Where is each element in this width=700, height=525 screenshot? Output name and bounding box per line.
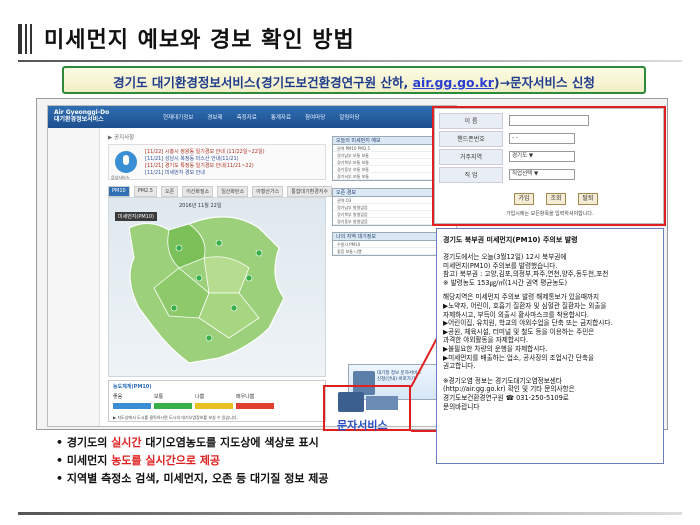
tab-pm25[interactable]: PM2.5 xyxy=(133,186,157,197)
alert-line: 과격한 야외활동을 자제합시다. xyxy=(443,336,529,345)
alert-line: 해당지역은 미세먼지 주의보 발령 해제통보가 있을때까지 xyxy=(443,293,600,302)
legend-swatches xyxy=(113,403,274,409)
pollutant-tabs: PM10 PM2.5 오존 이산화질소 일산화탄소 아황산가스 통합대기환경지수 xyxy=(108,186,333,197)
nav-item[interactable]: 측정자료 xyxy=(237,113,257,121)
tab-ozone[interactable]: 오존 xyxy=(160,186,179,197)
connector-line xyxy=(411,430,439,432)
service-banner: 경기도 대기환경정보서비스(경기도보건환경연구원 산하, air.gg.go.k… xyxy=(62,66,646,94)
alert-line: 권고합니다. xyxy=(443,362,476,371)
title-divider xyxy=(18,60,682,62)
nav-item[interactable]: 현재대기정보 xyxy=(163,113,193,121)
alert-line: 참고) 북부권 : 고양,김포,의정부,파주,연천,양주,동두천,포천 xyxy=(443,270,609,279)
form-highlight-box xyxy=(432,106,666,226)
legend-label: 좋음 xyxy=(113,394,123,400)
alert-line: 미세먼지(PM10) 주의보를 발령했습니다. xyxy=(443,261,558,270)
site-header: Air Gyeonggi-Do 대기환경정보서비스 현재대기정보 경보제 측정자… xyxy=(48,106,456,128)
gyeonggi-map[interactable] xyxy=(109,198,327,378)
site-logo[interactable]: Air Gyeonggi-Do 대기환경정보서비스 xyxy=(54,109,109,123)
alert-line: (http://air.gg.go.kr) 확인 및 기타 문의사항은 xyxy=(443,385,575,394)
tab-so2[interactable]: 아황산가스 xyxy=(252,186,284,197)
alert-line: ▶불필요한 차량의 운행을 자제합시다. xyxy=(443,344,548,353)
notice-item[interactable]: [11/21] 미세먼지 경보 안내 xyxy=(145,170,265,177)
banner-text-before: 경기도 대기환경정보서비스(경기도보건환경연구원 산하, xyxy=(113,75,413,90)
bullet-text: 지역별 측정소 검색, 미세먼지, 오존 등 대기질 정보 제공 xyxy=(66,472,329,485)
microphone-icon[interactable] xyxy=(115,151,137,173)
bullet-highlight: 실시간 xyxy=(111,436,142,449)
panel-line: 좋음 보통 나쁨 xyxy=(333,248,451,255)
site-left-column xyxy=(48,128,100,426)
title-mark xyxy=(30,24,32,54)
bullet-item: • 미세먼지 농도를 실시간으로 제공 xyxy=(56,454,221,467)
legend-labels: 좋음 보통 나쁨 매우나쁨 xyxy=(113,393,274,400)
title-mark xyxy=(25,24,27,54)
tab-co[interactable]: 일산화탄소 xyxy=(217,186,249,197)
feature-bullets: • 경기도의 실시간 대기오염농도를 지도상에 색상로 표시 • 미세먼지 농도… xyxy=(56,434,329,488)
alert-line: 경기도보건환경연구원 ☎ 031-250-5109로 xyxy=(443,393,569,402)
alert-line: ※ 발령농도 153㎍/㎥(1시간 권역 평균농도) xyxy=(443,278,568,287)
tab-pm10[interactable]: PM10 xyxy=(108,186,130,197)
air-quality-site: Air Gyeonggi-Do 대기환경정보서비스 현재대기정보 경보제 측정자… xyxy=(47,105,457,427)
bullet-highlight: 농도를 실시간으로 제공 xyxy=(111,454,221,467)
banner-text: 경기도 대기환경정보서비스(경기도보건환경연구원 산하, air.gg.go.k… xyxy=(64,72,644,91)
legend-box: 농도체계(PM10) 좋음 보통 나쁨 매우나쁨 ▶ 지도상에서 도시를 클릭하… xyxy=(108,380,326,422)
nav-item[interactable]: 알림마당 xyxy=(339,113,359,121)
notice-box: 음성서비스 [11/22] 시흥시 정왕동 일기경보 안내 (11/22일~22… xyxy=(108,144,326,180)
my-area-panel: 나의 지역 대기정보 수원시 PM10 좋음 보통 나쁨 xyxy=(332,232,452,256)
notice-list: [11/22] 시흥시 정왕동 일기경보 안내 (11/22일~22일) [11… xyxy=(145,149,265,177)
alert-line: 경기도에서는 오늘(3월12일) 12시 북부권에 xyxy=(443,253,567,261)
logo-line: Air Gyeonggi-Do xyxy=(54,109,110,116)
nav-item[interactable]: 통계자료 xyxy=(271,113,291,121)
alert-line: ▶미세먼지를 배출하는 업소, 공사장의 조업시간 단축을 xyxy=(443,353,595,362)
alert-line: 자제하시고, 부득이 외출시 황사마스크를 착용합시다. xyxy=(443,310,590,319)
legend-note: ▶ 지도상에서 도시를 클릭하시면 도시의 대기오염정보를 보실 수 있습니다. xyxy=(113,415,238,420)
alert-title: 경기도 북부권 미세먼지(PM10) 주의보 발령 xyxy=(443,236,578,244)
nav-item[interactable]: 참여마당 xyxy=(305,113,325,121)
title-mark xyxy=(18,24,22,54)
breadcrumb: ▶ 공지사항 xyxy=(108,135,135,141)
bullet-item: • 지역별 측정소 검색, 미세먼지, 오존 등 대기질 정보 제공 xyxy=(56,472,329,485)
pollution-map[interactable]: 2016년 11월 22일 미세먼지(PM10) xyxy=(108,197,326,377)
bullet-text: 경기도의 xyxy=(66,436,112,449)
notice-item[interactable]: [11/22] 시흥시 정왕동 일기경보 안내 (11/22일~22일) xyxy=(145,149,265,156)
bullet-text: 미세먼지 xyxy=(66,454,112,467)
tab-cai[interactable]: 통합대기환경지수 xyxy=(287,186,333,197)
panel-title: 나의 지역 대기정보 xyxy=(333,233,451,241)
voice-service-label: 음성서비스 xyxy=(111,175,130,180)
notice-item[interactable]: [11/21] 성남시 복정동 미스산 안내(11/21) xyxy=(145,156,265,163)
legend-label: 매우나쁨 xyxy=(236,394,255,400)
logo-line: 대기환경정보서비스 xyxy=(54,116,104,123)
bottom-divider xyxy=(18,512,682,515)
slide-title-bar: 미세먼지 예보와 경보 확인 방법 xyxy=(18,18,682,62)
tab-no2[interactable]: 이산화질소 xyxy=(182,186,214,197)
legend-label: 보통 xyxy=(154,394,164,400)
legend-swatch xyxy=(195,403,233,409)
alert-message: 경기도 북부권 미세먼지(PM10) 주의보 발령 경기도에서는 오늘(3월12… xyxy=(436,228,664,464)
sms-service-label[interactable]: 문자서비스 xyxy=(337,417,388,433)
site-nav: 현재대기정보 경보제 측정자료 통계자료 참여마당 알림마당 xyxy=(163,113,360,121)
bullet-text: 대기오염농도를 지도상에 색상로 표시 xyxy=(141,436,319,449)
notice-item[interactable]: [11/21] 경기도 특정동 일기경보 안내(11/21~22) xyxy=(145,163,265,170)
nav-item[interactable]: 경보제 xyxy=(207,113,222,121)
alert-line: ▶노약자, 어린이, 호흡기 질환자 및 심혈관 질환자는 외출을 xyxy=(443,301,607,310)
alert-line: 문의바랍니다 xyxy=(443,402,480,411)
legend-swatch xyxy=(113,403,151,409)
map-date: 2016년 11월 22일 xyxy=(179,203,222,209)
legend-swatch xyxy=(236,403,274,409)
bullet-item: • 경기도의 실시간 대기오염농도를 지도상에 색상로 표시 xyxy=(56,436,319,449)
alert-line: ▶어린이집, 유치원, 학교의 야외수업을 단축 또는 금지합시다. xyxy=(443,319,613,328)
legend-title: 농도체계(PM10) xyxy=(113,384,152,390)
banner-link[interactable]: air.gg.go.kr xyxy=(413,75,494,90)
map-pollutant-tag: 미세먼지(PM10) xyxy=(115,212,157,221)
page-title: 미세먼지 예보와 경보 확인 방법 xyxy=(44,28,355,53)
legend-swatch xyxy=(154,403,192,409)
panel-line: 수원시 PM10 xyxy=(333,241,451,248)
banner-text-after: )→문자서비스 신청 xyxy=(493,75,595,90)
legend-label: 나쁨 xyxy=(195,394,205,400)
